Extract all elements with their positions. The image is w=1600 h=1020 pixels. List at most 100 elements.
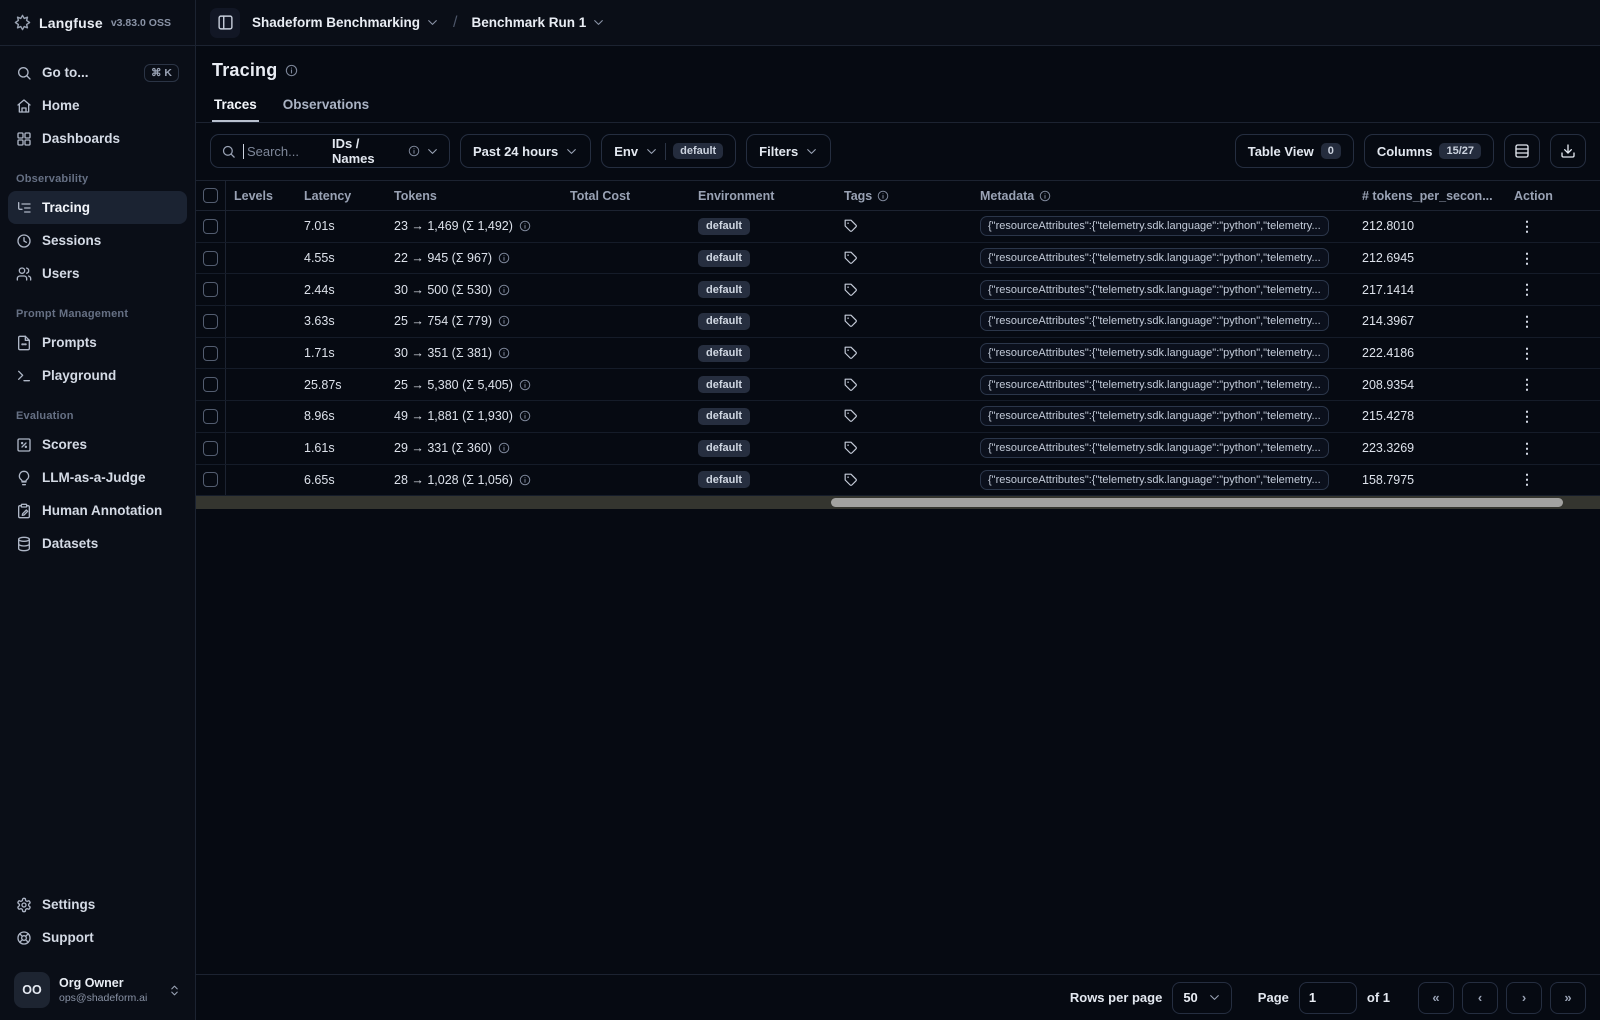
info-icon[interactable] <box>408 145 420 157</box>
tag-icon[interactable] <box>844 441 858 455</box>
info-icon[interactable] <box>285 64 298 77</box>
cell-metadata: {"resourceAttributes":{"telemetry.sdk.la… <box>972 469 1354 490</box>
trace-row[interactable]: 3.63s 25 → 754 (Σ 779) default {"resourceAt… <box>196 306 1600 338</box>
metadata-pill[interactable]: {"resourceAttributes":{"telemetry.sdk.la… <box>980 216 1329 237</box>
column-label: Metadata <box>980 188 1035 203</box>
sidebar-item-llm-as-a-judge[interactable]: LLM-as-a-Judge <box>8 461 187 494</box>
previous-page-button[interactable]: ‹ <box>1462 981 1498 1014</box>
sidebar-toggle-button[interactable] <box>210 7 240 38</box>
trace-row[interactable]: 6.65s 28 → 1,028 (Σ 1,056) default {"resour… <box>196 464 1600 497</box>
sidebar-item-human-annotation[interactable]: Human Annotation <box>8 494 187 527</box>
sidebar-item-settings[interactable]: Settings <box>8 888 187 921</box>
row-actions-menu-button[interactable]: ⋮ <box>1514 281 1541 298</box>
row-checkbox[interactable] <box>203 218 218 234</box>
metadata-pill[interactable]: {"resourceAttributes":{"telemetry.sdk.la… <box>980 279 1329 300</box>
sidebar-item-home[interactable]: Home <box>8 89 187 122</box>
sidebar-item-datasets[interactable]: Datasets <box>8 527 187 560</box>
row-actions-menu-button[interactable]: ⋮ <box>1514 345 1541 362</box>
metadata-pill[interactable]: {"resourceAttributes":{"telemetry.sdk.la… <box>980 248 1329 269</box>
select-all-checkbox[interactable] <box>203 188 218 203</box>
cell-latency: 25.87s <box>304 377 342 392</box>
row-checkbox[interactable] <box>203 377 218 393</box>
row-actions-menu-button[interactable]: ⋮ <box>1514 408 1541 425</box>
row-actions-menu-button[interactable]: ⋮ <box>1514 471 1541 488</box>
cell-action: ⋮ <box>1506 281 1600 298</box>
search-scope-dropdown[interactable]: IDs / Names <box>332 136 439 166</box>
row-checkbox[interactable] <box>203 440 218 456</box>
tag-icon[interactable] <box>844 378 858 392</box>
terminal-icon <box>16 368 32 384</box>
row-checkbox[interactable] <box>203 408 218 424</box>
sidebar-item-users[interactable]: Users <box>8 257 187 290</box>
scrollbar-thumb[interactable] <box>830 498 1564 508</box>
row-checkbox[interactable] <box>203 345 218 361</box>
search-field[interactable] <box>246 143 325 159</box>
sidebar-item-sessions[interactable]: Sessions <box>8 224 187 257</box>
table-view-button[interactable]: Table View 0 <box>1234 134 1354 168</box>
row-actions-menu-button[interactable]: ⋮ <box>1514 313 1541 330</box>
cell-latency: 4.55s <box>304 251 335 266</box>
first-page-button[interactable]: « <box>1418 981 1454 1014</box>
trace-row[interactable]: 2.44s 30 → 500 (Σ 530) default {"resourceAt… <box>196 274 1600 307</box>
tag-icon[interactable] <box>844 219 858 233</box>
user-email: ops@shadeform.ai <box>59 991 148 1004</box>
sidebar-item-label: Tracing <box>42 200 91 215</box>
row-actions-menu-button[interactable]: ⋮ <box>1514 218 1541 235</box>
metadata-pill[interactable]: {"resourceAttributes":{"telemetry.sdk.la… <box>980 406 1329 427</box>
tag-icon[interactable] <box>844 473 858 487</box>
row-actions-menu-button[interactable]: ⋮ <box>1514 250 1541 267</box>
tag-icon[interactable] <box>844 409 858 423</box>
search-input[interactable]: IDs / Names <box>210 134 450 168</box>
trace-row[interactable]: 1.61s 29 → 331 (Σ 360) default {"resourceAt… <box>196 432 1600 465</box>
rows-per-page-select[interactable]: 50 <box>1172 981 1232 1014</box>
cell-tags <box>836 219 972 233</box>
cell-action: ⋮ <box>1506 408 1600 425</box>
user-menu[interactable]: OO Org Owner ops@shadeform.ai <box>6 962 189 1020</box>
cell-tokens: 25 → 5,380 (Σ 5,405) <box>386 378 562 392</box>
tag-icon[interactable] <box>844 251 858 265</box>
tab-traces[interactable]: Traces <box>212 91 259 122</box>
row-checkbox[interactable] <box>203 250 218 266</box>
next-page-button[interactable]: › <box>1506 981 1542 1014</box>
row-checkbox[interactable] <box>203 282 218 298</box>
tag-icon[interactable] <box>844 346 858 360</box>
sidebar-item-tracing[interactable]: Tracing <box>8 191 187 224</box>
trace-row[interactable]: 8.96s 49 → 1,881 (Σ 1,930) default {"resour… <box>196 401 1600 433</box>
tag-icon[interactable] <box>844 283 858 297</box>
trace-row[interactable]: 1.71s 30 → 351 (Σ 381) default {"resourceAt… <box>196 337 1600 370</box>
row-checkbox[interactable] <box>203 313 218 329</box>
page-input[interactable] <box>1298 981 1357 1014</box>
row-actions-menu-button[interactable]: ⋮ <box>1514 440 1541 457</box>
trace-row[interactable]: 7.01s 23 → 1,469 (Σ 1,492) default {"resour… <box>196 211 1600 243</box>
tag-icon[interactable] <box>844 314 858 328</box>
metadata-pill[interactable]: {"resourceAttributes":{"telemetry.sdk.la… <box>980 469 1329 490</box>
topbar: Shadeform Benchmarking / Benchmark Run 1 <box>196 0 1600 46</box>
project-switcher[interactable]: Benchmark Run 1 <box>472 15 606 30</box>
sidebar-item-go-to-[interactable]: Go to... ⌘ K <box>8 56 187 89</box>
time-range-dropdown[interactable]: Past 24 hours <box>460 134 592 168</box>
org-switcher[interactable]: Shadeform Benchmarking <box>252 15 439 30</box>
trace-row[interactable]: 4.55s 22 → 945 (Σ 967) default {"resourceAt… <box>196 242 1600 275</box>
metadata-pill[interactable]: {"resourceAttributes":{"telemetry.sdk.la… <box>980 311 1329 332</box>
sidebar-item-playground[interactable]: Playground <box>8 359 187 392</box>
row-checkbox[interactable] <box>203 472 218 488</box>
last-page-button[interactable]: » <box>1550 981 1586 1014</box>
export-button[interactable] <box>1550 134 1586 168</box>
metadata-pill[interactable]: {"resourceAttributes":{"telemetry.sdk.la… <box>980 343 1329 364</box>
metadata-pill[interactable]: {"resourceAttributes":{"telemetry.sdk.la… <box>980 438 1329 459</box>
trace-row[interactable]: 25.87s 25 → 5,380 (Σ 5,405) default {"resou… <box>196 369 1600 402</box>
sidebar-item-prompts[interactable]: Prompts <box>8 326 187 359</box>
row-actions-menu-button[interactable]: ⋮ <box>1514 376 1541 393</box>
sidebar-item-support[interactable]: Support <box>8 921 187 954</box>
row-height-button[interactable] <box>1504 134 1540 168</box>
filters-dropdown[interactable]: Filters <box>746 134 832 168</box>
metadata-pill[interactable]: {"resourceAttributes":{"telemetry.sdk.la… <box>980 374 1329 395</box>
tab-observations[interactable]: Observations <box>281 91 371 122</box>
table-view-count: 0 <box>1320 143 1341 159</box>
tokens-value: 25 → 5,380 (Σ 5,405) <box>394 377 513 392</box>
columns-button[interactable]: Columns 15/27 <box>1363 134 1494 168</box>
sidebar-item-scores[interactable]: Scores <box>8 428 187 461</box>
sidebar-item-dashboards[interactable]: Dashboards <box>8 122 187 155</box>
env-filter[interactable]: Env default <box>601 134 737 168</box>
horizontal-scrollbar[interactable] <box>196 496 1600 510</box>
